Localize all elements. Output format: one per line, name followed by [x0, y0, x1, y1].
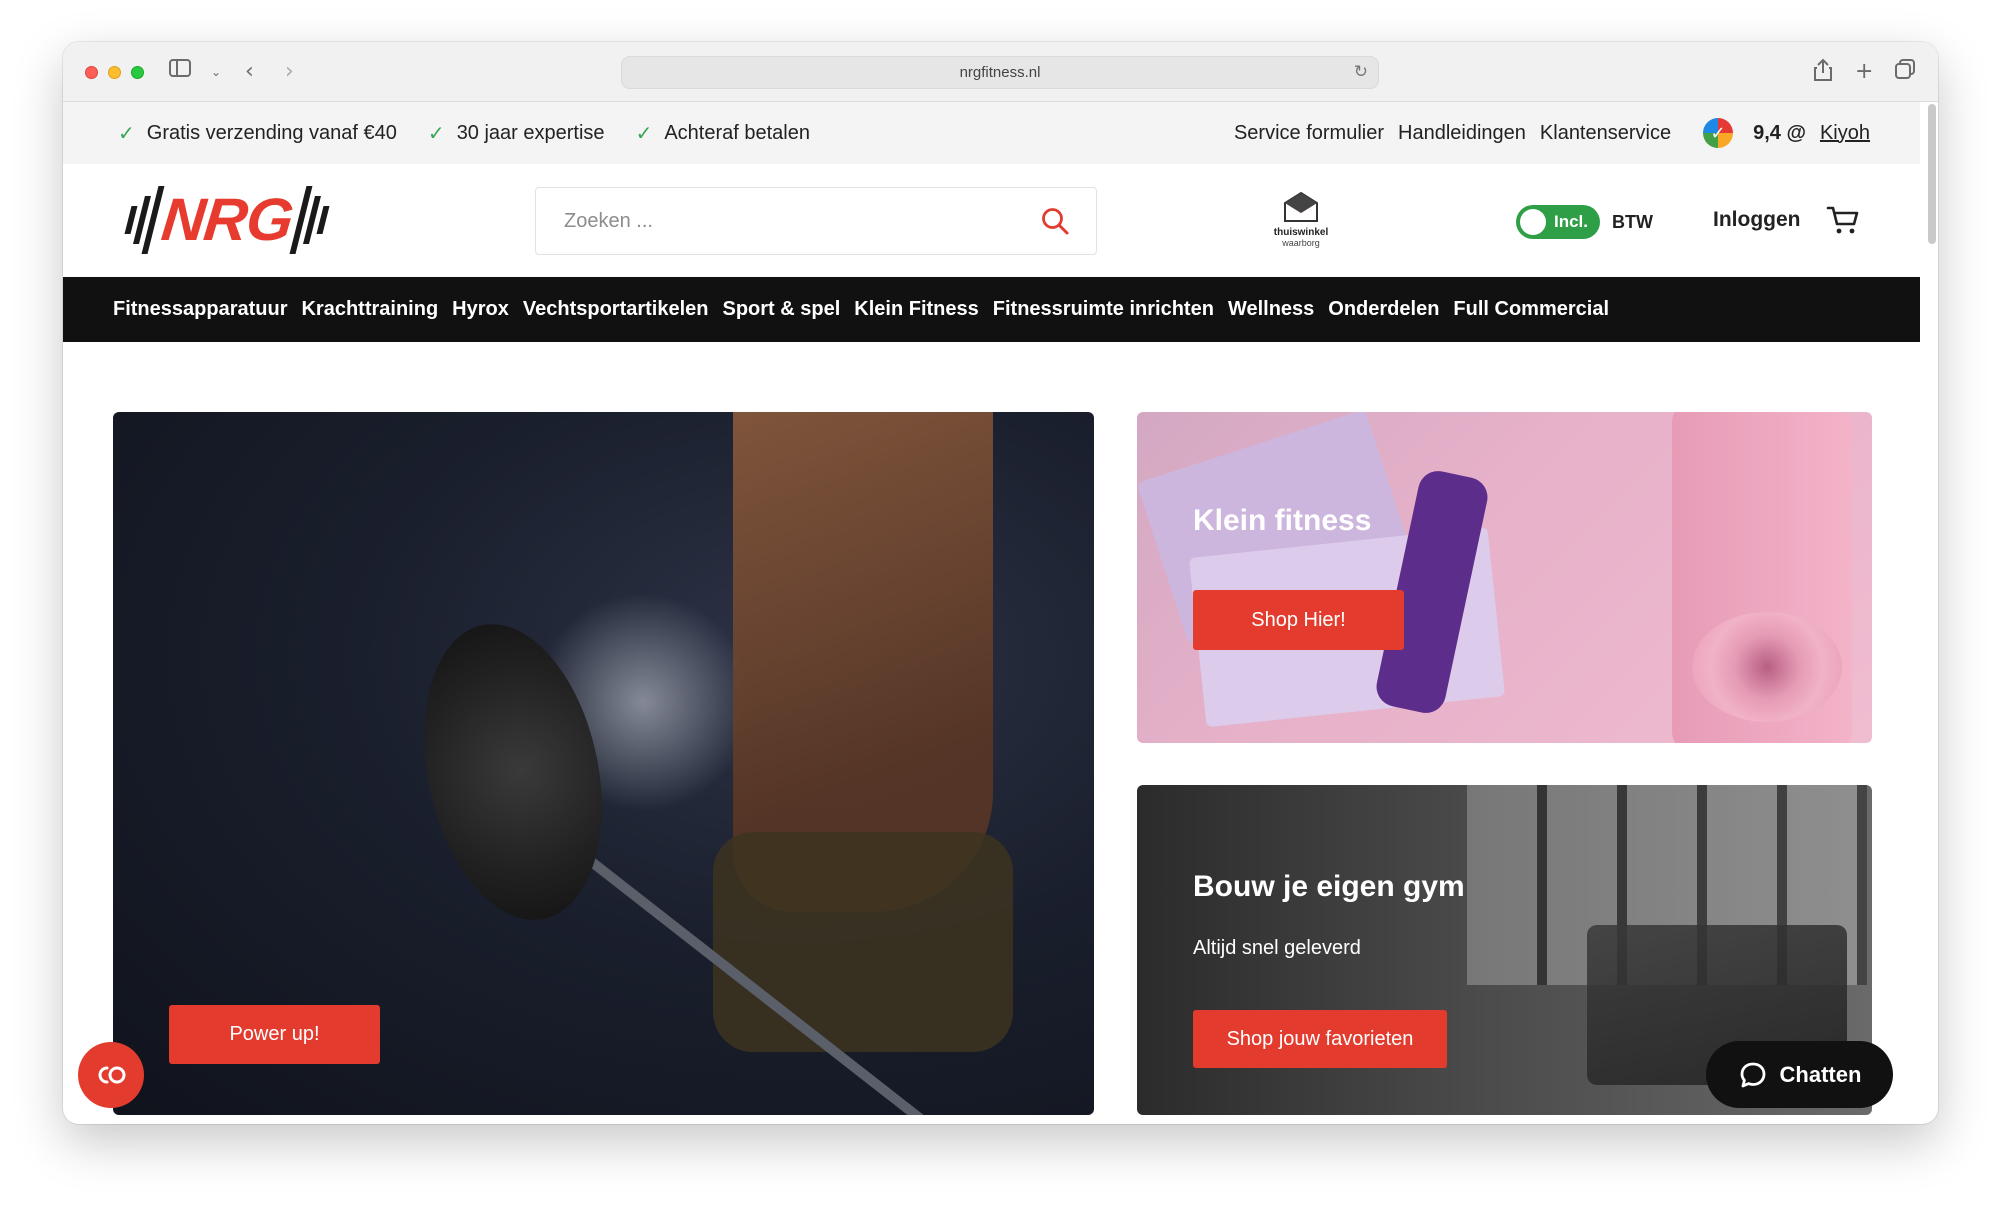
- usp-label: 30 jaar expertise: [456, 121, 605, 144]
- page-content: ✓ Gratis verzending vanaf €40 ✓ 30 jaar …: [63, 102, 1920, 1124]
- usp-bar: ✓ Gratis verzending vanaf €40 ✓ 30 jaar …: [63, 102, 1920, 164]
- zoom-window-button[interactable]: [131, 66, 144, 79]
- nav-item-krachttraining[interactable]: Krachttraining: [301, 298, 438, 321]
- forward-icon[interactable]: ›: [285, 58, 294, 86]
- logo-bars-right: [289, 185, 330, 255]
- address-bar[interactable]: nrgfitness.nl ↻: [621, 56, 1379, 89]
- check-icon: ✓: [635, 121, 653, 145]
- nav-item-wellness[interactable]: Wellness: [1228, 298, 1314, 321]
- check-icon: ✓: [118, 121, 135, 145]
- cookie-icon: [98, 1066, 126, 1084]
- service-form-link[interactable]: Service formulier: [1234, 122, 1384, 145]
- logo-bars-left: [124, 185, 165, 255]
- kiyoh-rating: 9,4 @: [1753, 121, 1806, 144]
- chat-button[interactable]: Chatten: [1706, 1041, 1893, 1108]
- klein-fitness-title: Klein fitness: [1193, 504, 1372, 537]
- btw-toggle-label: Incl.: [1553, 212, 1588, 231]
- thuiswinkel-title: thuiswinkel: [1273, 227, 1329, 238]
- bouw-je-gym-subtitle: Altijd snel geleverd: [1193, 937, 1361, 959]
- site-header: NRG thuiswi: [63, 164, 1920, 277]
- tabs-overview-icon[interactable]: [1894, 58, 1916, 88]
- chat-icon: [1740, 1062, 1765, 1087]
- usp-label: Achteraf betalen: [664, 121, 810, 144]
- thuiswinkel-subtitle: waarborg: [1282, 238, 1320, 248]
- share-icon[interactable]: [1813, 58, 1833, 90]
- nav-item-onderdelen[interactable]: Onderdelen: [1328, 298, 1439, 321]
- back-icon[interactable]: ‹: [245, 58, 254, 86]
- search-icon[interactable]: [1040, 206, 1070, 236]
- chevron-down-icon[interactable]: ⌄: [211, 58, 221, 86]
- yoga-mat-roll-image: [1692, 612, 1842, 722]
- nav-item-fitnessruimte-inrichten[interactable]: Fitnessruimte inrichten: [993, 298, 1214, 321]
- new-tab-icon[interactable]: +: [1855, 58, 1873, 86]
- cart-icon[interactable]: [1825, 202, 1861, 238]
- nav-item-sport-spel[interactable]: Sport & spel: [723, 298, 841, 321]
- kiyoh-icon: ✓: [1703, 118, 1734, 148]
- btw-toggle[interactable]: Incl.: [1516, 205, 1600, 239]
- hero-banner[interactable]: Power up!: [113, 412, 1094, 1115]
- usp-item: ✓ Gratis verzending vanaf €40: [118, 121, 397, 145]
- logo-text: NRG: [158, 186, 296, 253]
- usp-label: Gratis verzending vanaf €40: [146, 121, 397, 144]
- usp-item: ✓ Achteraf betalen: [636, 121, 810, 145]
- toggle-knob: [1520, 209, 1546, 235]
- nav-item-hyrox[interactable]: Hyrox: [452, 298, 509, 321]
- nrg-logo[interactable]: NRG: [124, 182, 330, 257]
- top-links: Service formulier Handleidingen Klantens…: [1234, 102, 1870, 164]
- sidebar-icon[interactable]: [169, 58, 191, 86]
- search-input[interactable]: [564, 209, 1034, 233]
- kiyoh-link[interactable]: Kiyoh: [1820, 122, 1870, 145]
- window-controls: [85, 66, 144, 79]
- chat-label: Chatten: [1779, 1061, 1862, 1087]
- btw-toggle-group: Incl. BTW: [1516, 205, 1653, 239]
- bouw-je-gym-title: Bouw je eigen gym: [1193, 870, 1465, 903]
- power-up-button[interactable]: Power up!: [169, 1005, 380, 1064]
- search-box: [535, 187, 1097, 255]
- klein-fitness-banner[interactable]: Klein fitness Shop Hier!: [1137, 412, 1872, 743]
- reload-icon[interactable]: ↻: [1354, 62, 1368, 82]
- nav-item-klein-fitness[interactable]: Klein Fitness: [854, 298, 978, 321]
- browser-toolbar: ⌄ ‹ › nrgfitness.nl ↻ +: [63, 42, 1938, 102]
- nav-item-fitnessapparatuur[interactable]: Fitnessapparatuur: [113, 298, 287, 321]
- nav-item-full-commercial[interactable]: Full Commercial: [1453, 298, 1609, 321]
- check-icon: ✓: [427, 121, 445, 145]
- hero-image-shorts: [713, 832, 1013, 1052]
- thuiswinkel-house-icon: [1284, 191, 1318, 222]
- login-link[interactable]: Inloggen: [1713, 208, 1801, 232]
- close-window-button[interactable]: [85, 66, 98, 79]
- page-scrollbar[interactable]: [1928, 104, 1936, 244]
- main-nav: Fitnessapparatuur Krachttraining Hyrox V…: [63, 277, 1920, 342]
- minimize-window-button[interactable]: [108, 66, 121, 79]
- shop-hier-button[interactable]: Shop Hier!: [1193, 590, 1404, 650]
- customer-service-link[interactable]: Klantenservice: [1540, 122, 1671, 145]
- manuals-link[interactable]: Handleidingen: [1398, 122, 1526, 145]
- url-text: nrgfitness.nl: [959, 64, 1041, 81]
- browser-window: ⌄ ‹ › nrgfitness.nl ↻ + ✓ Gratis verzend…: [63, 42, 1938, 1124]
- thuiswinkel-badge[interactable]: thuiswinkel waarborg: [1261, 191, 1341, 253]
- btw-label: BTW: [1612, 211, 1653, 232]
- usp-item: ✓ 30 jaar expertise: [428, 121, 605, 145]
- shop-favorieten-button[interactable]: Shop jouw favorieten: [1193, 1010, 1447, 1068]
- nav-item-vechtsportartikelen[interactable]: Vechtsportartikelen: [523, 298, 709, 321]
- cookie-settings-button[interactable]: [78, 1042, 144, 1108]
